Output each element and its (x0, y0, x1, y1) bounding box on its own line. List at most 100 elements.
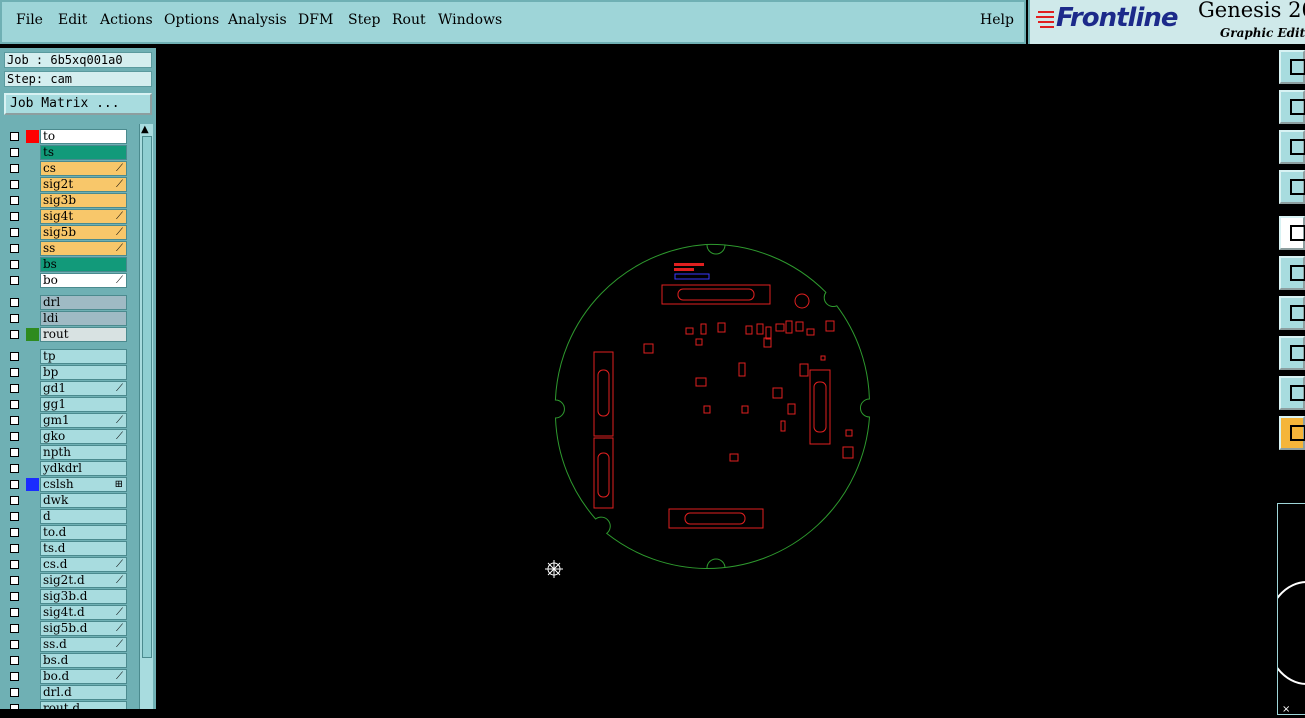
layer-name[interactable]: ydkdrl (40, 461, 127, 476)
layer-row[interactable]: bs (4, 257, 127, 272)
layer-name[interactable]: drl (40, 295, 127, 310)
layer-color-swatch[interactable] (26, 526, 39, 539)
layer-color-swatch[interactable] (26, 194, 39, 207)
layer-color-swatch[interactable] (26, 414, 39, 427)
layer-color-swatch[interactable] (26, 622, 39, 635)
layer-color-swatch[interactable] (26, 162, 39, 175)
menu-windows[interactable]: Windows (438, 12, 502, 28)
layer-checkbox[interactable] (10, 640, 19, 649)
layer-checkbox[interactable] (10, 164, 19, 173)
layer-color-swatch[interactable] (26, 312, 39, 325)
stretch-icon[interactable] (1279, 130, 1305, 164)
layer-name[interactable]: sig4t.d ⟋ (40, 605, 127, 620)
layer-row[interactable]: npth (4, 445, 127, 460)
layer-name[interactable]: sig5b.d ⟋ (40, 621, 127, 636)
layer-checkbox[interactable] (10, 212, 19, 221)
layer-name[interactable]: bs.d (40, 653, 127, 668)
layer-checkbox[interactable] (10, 656, 19, 665)
menu-options[interactable]: Options (164, 12, 219, 28)
layer-checkbox[interactable] (10, 148, 19, 157)
layer-name[interactable]: gd1 ⟋ (40, 381, 127, 396)
layer-row[interactable]: cs ⟋ (4, 161, 127, 176)
layer-checkbox[interactable] (10, 400, 19, 409)
layer-row[interactable]: rout.d (4, 701, 127, 709)
select-layer-icon[interactable] (1279, 336, 1305, 370)
layer-checkbox[interactable] (10, 352, 19, 361)
layer-name[interactable]: tp (40, 349, 127, 364)
layer-color-swatch[interactable] (26, 494, 39, 507)
layer-color-swatch[interactable] (26, 226, 39, 239)
layer-name[interactable]: cs ⟋ (40, 161, 127, 176)
layer-checkbox[interactable] (10, 244, 19, 253)
layer-checkbox[interactable] (10, 228, 19, 237)
layer-color-swatch[interactable] (26, 274, 39, 287)
layer-name[interactable]: bo ⟋ (40, 273, 127, 288)
layer-color-swatch[interactable] (26, 382, 39, 395)
layer-checkbox[interactable] (10, 432, 19, 441)
layer-checkbox[interactable] (10, 260, 19, 269)
layer-checkbox[interactable] (10, 464, 19, 473)
menu-step[interactable]: Step (348, 12, 380, 28)
layer-row[interactable]: to (4, 129, 127, 144)
layer-row[interactable]: ydkdrl (4, 461, 127, 476)
layer-row[interactable]: to.d (4, 525, 127, 540)
layer-checkbox[interactable] (10, 384, 19, 393)
layer-name[interactable]: cslsh ⊞ (40, 477, 127, 492)
layer-color-swatch[interactable] (26, 146, 39, 159)
layer-checkbox[interactable] (10, 496, 19, 505)
layer-row[interactable]: gm1 ⟋ (4, 413, 127, 428)
layer-color-swatch[interactable] (26, 574, 39, 587)
menu-help[interactable]: Help (980, 12, 1014, 28)
menu-rout[interactable]: Rout (392, 12, 426, 28)
layer-row[interactable]: sig5b.d ⟋ (4, 621, 127, 636)
layer-row[interactable]: ts (4, 145, 127, 160)
layer-name[interactable]: ts (40, 145, 127, 160)
layer-color-swatch[interactable] (26, 130, 39, 143)
layer-name[interactable]: sig3b (40, 193, 127, 208)
layer-color-swatch[interactable] (26, 590, 39, 603)
layer-color-swatch[interactable] (26, 478, 39, 491)
pad-icon[interactable] (1279, 216, 1305, 250)
layer-row[interactable]: sig3b.d (4, 589, 127, 604)
layer-color-swatch[interactable] (26, 366, 39, 379)
layer-color-swatch[interactable] (26, 462, 39, 475)
layer-color-swatch[interactable] (26, 606, 39, 619)
layer-color-swatch[interactable] (26, 654, 39, 667)
layer-color-swatch[interactable] (26, 178, 39, 191)
layer-name[interactable]: rout (40, 327, 127, 342)
layer-checkbox[interactable] (10, 480, 19, 489)
layer-checkbox[interactable] (10, 276, 19, 285)
layer-name[interactable]: ts.d (40, 541, 127, 556)
layer-name[interactable]: sig2t ⟋ (40, 177, 127, 192)
layer-row[interactable]: rout (4, 327, 127, 342)
layer-checkbox[interactable] (10, 560, 19, 569)
layer-color-swatch[interactable] (26, 258, 39, 271)
layer-name[interactable]: cs.d ⟋ (40, 557, 127, 572)
layer-row[interactable]: cs.d ⟋ (4, 557, 127, 572)
layer-name[interactable]: rout.d (40, 701, 127, 709)
layer-name[interactable]: to.d (40, 525, 127, 540)
menu-analysis[interactable]: Analysis (228, 12, 287, 28)
layer-name[interactable]: sig2t.d ⟋ (40, 573, 127, 588)
layer-row[interactable]: bs.d (4, 653, 127, 668)
triangle-icon[interactable] (1279, 376, 1305, 410)
layer-color-swatch[interactable] (26, 242, 39, 255)
layer-row[interactable]: sig5b ⟋ (4, 225, 127, 240)
menu-edit[interactable]: Edit (58, 12, 87, 28)
rotate-icon[interactable] (1279, 170, 1305, 204)
layer-color-swatch[interactable] (26, 670, 39, 683)
layer-row[interactable]: gg1 (4, 397, 127, 412)
layer-name[interactable]: bs (40, 257, 127, 272)
layer-row[interactable]: bo.d ⟋ (4, 669, 127, 684)
layer-row[interactable]: gd1 ⟋ (4, 381, 127, 396)
layer-name[interactable]: sig4t ⟋ (40, 209, 127, 224)
layer-name[interactable]: gm1 ⟋ (40, 413, 127, 428)
layer-name[interactable]: dwk (40, 493, 127, 508)
layer-color-swatch[interactable] (26, 638, 39, 651)
layer-checkbox[interactable] (10, 330, 19, 339)
layer-name[interactable]: npth (40, 445, 127, 460)
layer-checkbox[interactable] (10, 704, 19, 709)
layer-row[interactable]: bo ⟋ (4, 273, 127, 288)
layer-color-swatch[interactable] (26, 296, 39, 309)
menu-dfm[interactable]: DFM (298, 12, 333, 28)
